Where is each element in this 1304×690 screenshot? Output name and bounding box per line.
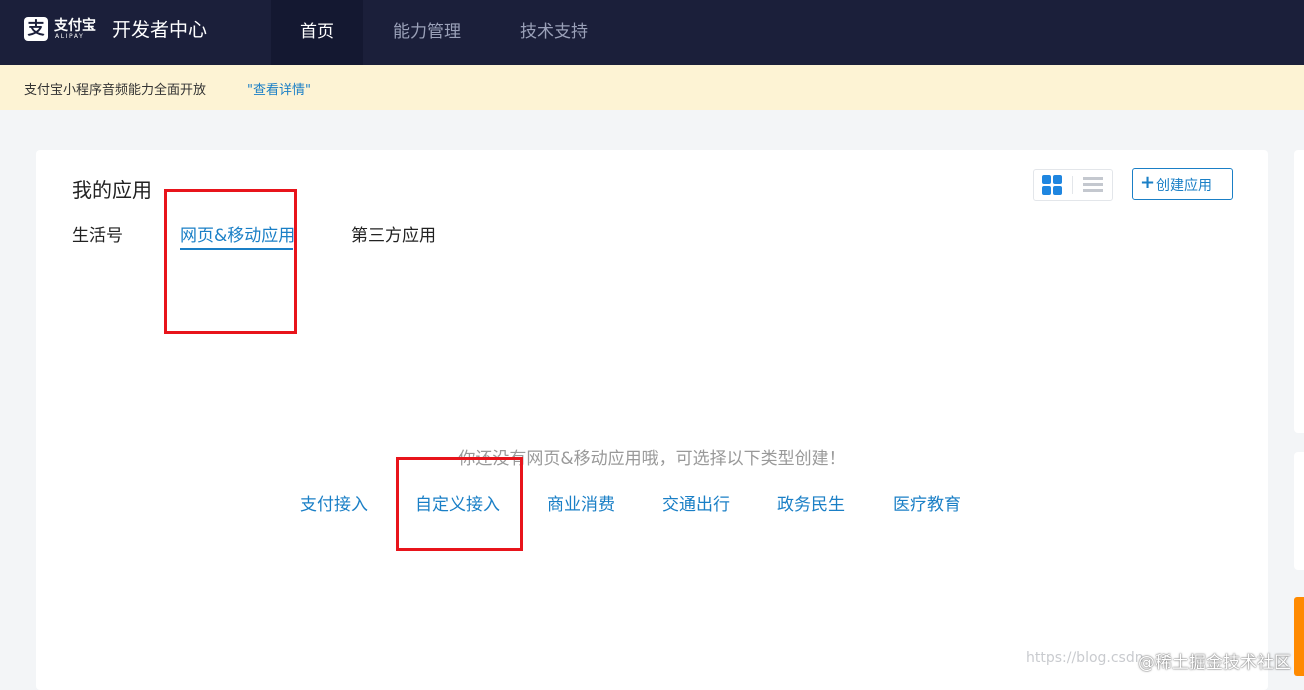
portal-title: 开发者中心: [112, 19, 208, 41]
nav-tab-capability-management[interactable]: 能力管理: [372, 0, 482, 65]
top-navbar: 支 支付宝 ALIPAY 开发者中心 首页 能力管理 技术支持: [0, 0, 1304, 65]
right-panel-edge-lower: [1294, 452, 1304, 570]
category-payment-access[interactable]: 支付接入: [300, 490, 368, 515]
logo-brand-en: ALIPAY: [55, 33, 85, 40]
card-title: 我的应用: [72, 178, 152, 202]
create-app-button[interactable]: + 创建应用: [1132, 168, 1233, 200]
alipay-logo-icon: 支: [24, 17, 48, 41]
watermark-text: @稀土掘金技术社区: [1138, 653, 1291, 673]
toggle-divider: [1072, 176, 1073, 194]
create-app-label: 创建应用: [1156, 178, 1212, 194]
category-medical-education[interactable]: 医疗教育: [893, 490, 961, 515]
category-commerce[interactable]: 商业消费: [547, 490, 615, 515]
empty-state-message: 你还没有网页&移动应用哦，可选择以下类型创建！: [458, 449, 846, 469]
right-panel-edge: [1294, 150, 1304, 433]
nav-tab-home[interactable]: 首页: [271, 0, 363, 65]
feedback-side-tab[interactable]: [1294, 597, 1304, 676]
tab-life-account[interactable]: 生活号: [72, 221, 123, 246]
view-mode-toggle: [1033, 169, 1113, 201]
highlight-box-custom-access: [396, 457, 523, 551]
watermark-url: https://blog.csdn: [1026, 650, 1144, 666]
plus-icon: +: [1140, 172, 1156, 193]
logo-brand-cn: 支付宝: [54, 18, 96, 34]
nav-tab-tech-support[interactable]: 技术支持: [499, 0, 609, 65]
category-transportation[interactable]: 交通出行: [662, 490, 730, 515]
grid-view-icon[interactable]: [1042, 175, 1062, 195]
notice-banner: 支付宝小程序音频能力全面开放 "查看详情": [0, 65, 1304, 110]
highlight-box-tab: [164, 189, 297, 334]
tab-third-party-apps[interactable]: 第三方应用: [351, 221, 436, 246]
notice-text: 支付宝小程序音频能力全面开放: [24, 83, 207, 98]
category-government-services[interactable]: 政务民生: [777, 490, 845, 515]
notice-details-link[interactable]: "查看详情": [247, 79, 311, 98]
list-view-icon[interactable]: [1083, 177, 1103, 193]
